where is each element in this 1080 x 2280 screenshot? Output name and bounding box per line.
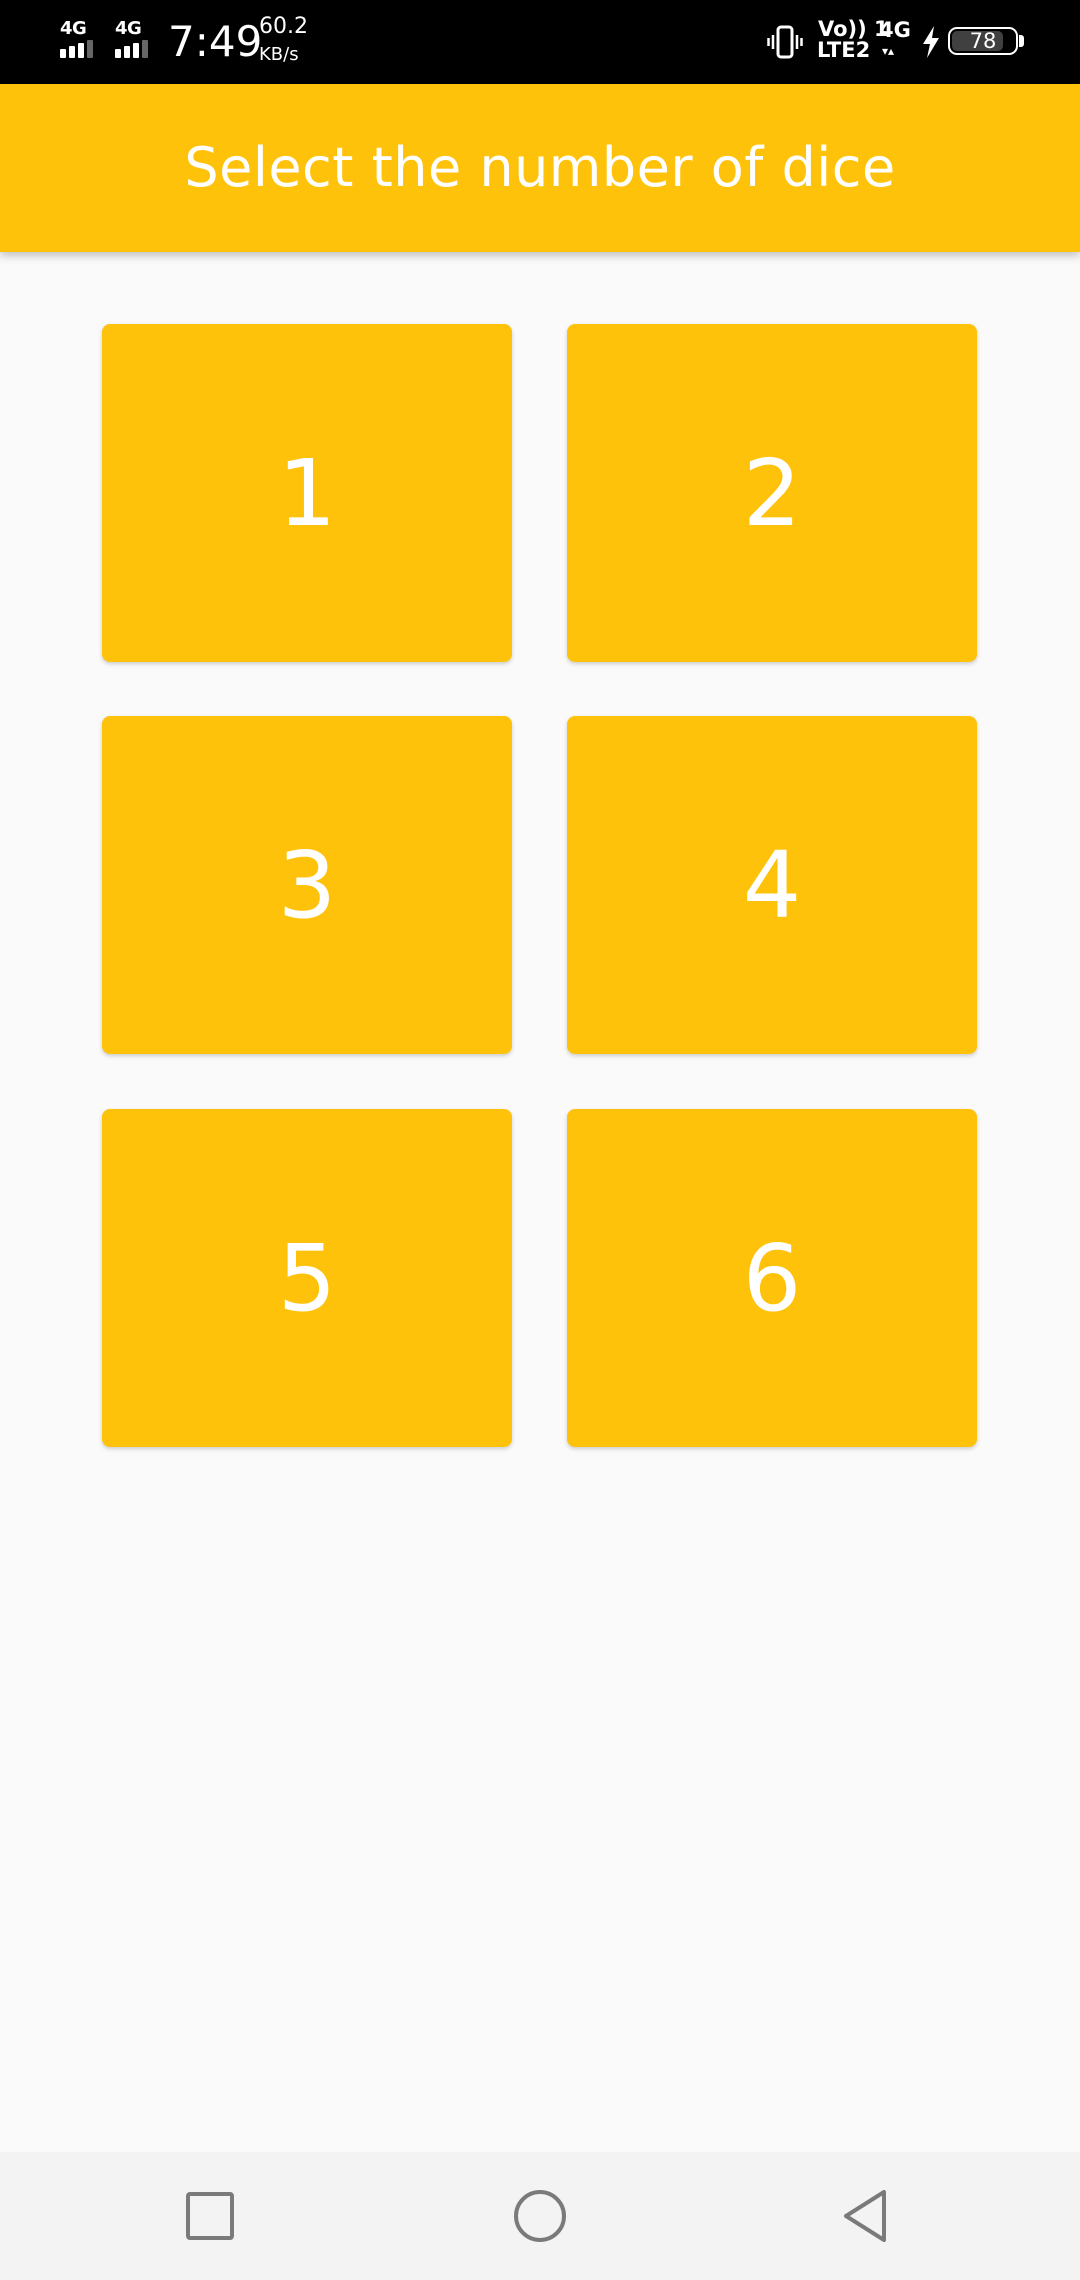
battery-icon: 78: [948, 27, 1018, 55]
data-activity-arrows: ▾▴: [882, 44, 895, 58]
battery-level: 78: [969, 29, 997, 53]
status-bar: 4G 4G 7:49 60.2 KB/s Vo)) 1 LTE2 4G ▾▴ 7…: [0, 0, 1080, 84]
charging-bolt-icon: [923, 26, 939, 58]
navigation-bar: [0, 2152, 1080, 2280]
battery-tip: [1019, 35, 1024, 47]
recents-square-icon[interactable]: [180, 2186, 240, 2246]
lte2-indicator: LTE2: [817, 38, 871, 62]
sim1-signal: 4G: [58, 18, 104, 62]
dice-count-button-1[interactable]: 1: [102, 324, 512, 662]
dice-count-button-2[interactable]: 2: [567, 324, 977, 662]
vibrate-icon: [767, 25, 803, 59]
back-triangle-icon[interactable]: [838, 2186, 898, 2246]
page-title: Select the number of dice: [184, 136, 896, 199]
network-speed-value: 60.2: [259, 14, 308, 39]
dice-count-button-6[interactable]: 6: [567, 1109, 977, 1447]
app-bar: Select the number of dice: [0, 84, 1080, 252]
network-speed-unit: KB/s: [259, 44, 299, 65]
sim2-signal: 4G: [113, 18, 159, 62]
dice-count-button-3[interactable]: 3: [102, 716, 512, 1054]
home-circle-icon[interactable]: [510, 2186, 570, 2246]
network-type-indicator: 4G: [879, 18, 911, 42]
sim2-network-label: 4G: [115, 18, 142, 39]
status-clock: 7:49: [168, 17, 263, 66]
dice-count-button-4[interactable]: 4: [567, 716, 977, 1054]
sim1-network-label: 4G: [60, 18, 87, 39]
dice-count-button-5[interactable]: 5: [102, 1109, 512, 1447]
